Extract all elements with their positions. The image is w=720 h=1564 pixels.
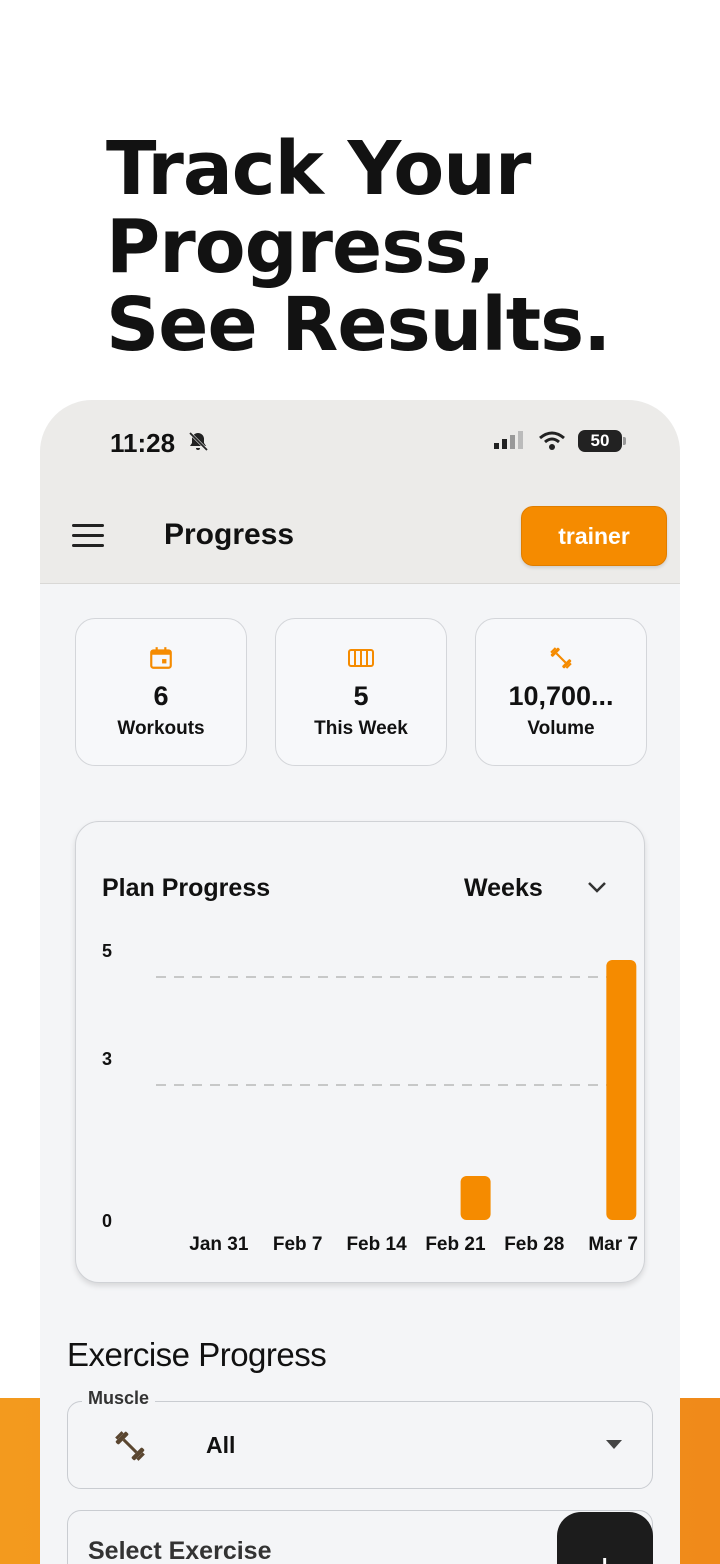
page-title: Progress <box>164 518 295 551</box>
hamburger-menu-icon[interactable] <box>72 524 104 548</box>
y-tick-label: 5 <box>102 941 112 961</box>
signal-icon <box>494 431 523 449</box>
x-tick-label: Feb 21 <box>425 1234 486 1255</box>
wifi-icon <box>539 431 565 450</box>
battery-indicator: 50 <box>578 430 626 452</box>
bell-off-icon <box>188 431 209 452</box>
calendar-icon <box>150 647 172 669</box>
plus-icon: + <box>593 1546 616 1564</box>
muscle-select[interactable]: Muscle All <box>67 1388 653 1489</box>
add-button[interactable]: + <box>557 1512 653 1564</box>
promo-headline: Track Your Progress, See Results. <box>106 130 666 364</box>
status-time: 11:28 <box>110 428 176 458</box>
bar <box>606 960 637 1220</box>
muscle-label: Muscle <box>82 1388 156 1409</box>
stat-value: 10,700... <box>508 681 614 711</box>
caret-down-icon <box>606 1440 622 1449</box>
stat-label: This Week <box>314 718 408 739</box>
y-tick-label: 0 <box>102 1211 112 1231</box>
x-tick-label: Jan 31 <box>189 1234 249 1255</box>
x-tick-label: Feb 14 <box>346 1234 407 1255</box>
stat-value: 5 <box>353 681 369 711</box>
bar <box>460 1176 491 1220</box>
app-top-bar: 11:28 50 Progress trainer <box>40 400 680 584</box>
muscle-value: All <box>206 1432 236 1458</box>
x-tick-label: Feb 28 <box>504 1234 564 1255</box>
headline-line-3: See Results. <box>106 282 611 368</box>
x-tick-label: Feb 7 <box>273 1234 323 1255</box>
stat-label: Workouts <box>117 718 205 739</box>
headline-line-1: Track Your <box>106 126 531 212</box>
plan-progress-card: Plan Progress Weeks 0 3 5 Jan 31 Feb 7 Feb 14… <box>75 821 645 1283</box>
dumbbell-icon <box>115 1431 145 1461</box>
exercise-placeholder: Select Exercise <box>88 1537 272 1564</box>
stat-value: 6 <box>153 681 169 711</box>
phone-screen: 11:28 50 Progress trainer 6 Workouts 5 T… <box>40 400 680 1564</box>
stat-card-workouts: 6 Workouts <box>75 618 247 766</box>
week-columns-icon <box>348 649 374 667</box>
headline-line-2: Progress, <box>106 204 495 290</box>
section-title: Exercise Progress <box>67 1336 327 1373</box>
plan-progress-chart: 0 3 5 Jan 31 Feb 7 Feb 14 Feb 21 Feb 28 Mar 7 <box>102 941 638 1255</box>
stat-label: Volume <box>527 718 595 739</box>
trainer-button[interactable]: trainer <box>521 506 667 566</box>
x-tick-label: Mar 7 <box>588 1234 638 1255</box>
status-icons: 50 <box>494 430 626 452</box>
stat-card-this-week: 5 This Week <box>275 618 447 766</box>
dumbbell-icon <box>550 647 572 669</box>
y-tick-label: 3 <box>102 1049 112 1069</box>
stat-card-volume: 10,700... Volume <box>475 618 647 766</box>
